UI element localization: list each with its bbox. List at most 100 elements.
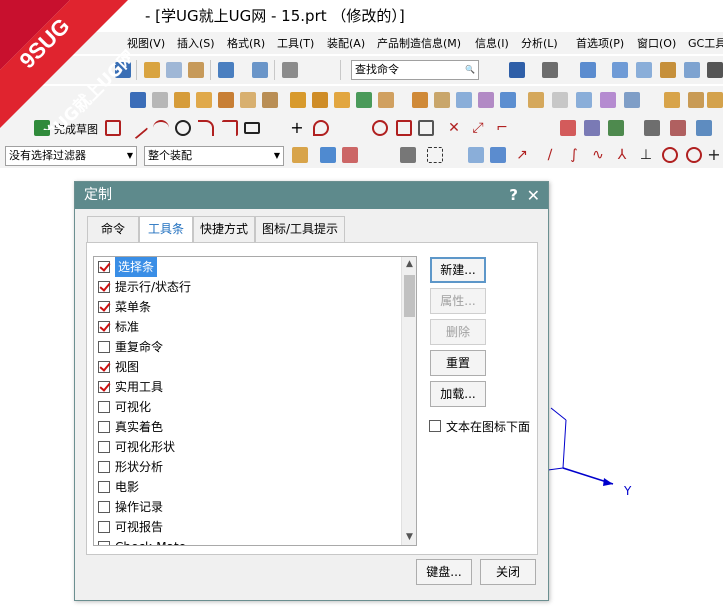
shell-icon[interactable] <box>412 92 428 108</box>
chamfer-sketch-icon[interactable] <box>222 120 238 136</box>
toolbar-checkbox[interactable] <box>98 461 110 473</box>
tab-icons-tooltips[interactable]: 图标/工具提示 <box>255 216 345 242</box>
toolbar-checkbox[interactable] <box>98 421 110 433</box>
snap-control-icon[interactable]: ∿ <box>590 147 606 163</box>
select-feature-icon[interactable] <box>400 147 416 163</box>
menu-information[interactable]: 信息(I) <box>475 35 509 51</box>
shaded-icon[interactable] <box>542 62 558 78</box>
trim-body-icon[interactable] <box>528 92 544 108</box>
selection-filter-select[interactable]: 没有选择过滤器 ▼ <box>5 146 137 166</box>
point-constructor-icon[interactable] <box>342 147 358 163</box>
unite-icon[interactable] <box>290 92 306 108</box>
make-corner-icon[interactable]: ⌐ <box>494 120 510 136</box>
geometric-constraint-icon[interactable] <box>584 120 600 136</box>
curve-rule-icon[interactable]: ↗ <box>514 147 530 163</box>
menu-pmi[interactable]: 产品制造信息(M) <box>377 35 461 51</box>
snap-existing-point-icon[interactable]: + <box>706 147 722 163</box>
select-face-icon[interactable] <box>490 147 506 163</box>
menu-window[interactable]: 窗口(O) <box>637 35 676 51</box>
cut-icon[interactable] <box>144 62 160 78</box>
more-icon[interactable] <box>707 62 723 78</box>
arc-icon[interactable] <box>153 120 169 136</box>
toolbar-checkbox[interactable] <box>98 361 110 373</box>
redo-icon[interactable] <box>252 62 268 78</box>
toolbar-checkbox[interactable] <box>98 281 110 293</box>
new-toolbar-button[interactable]: 新建... <box>430 257 486 283</box>
revolve-icon[interactable] <box>196 92 212 108</box>
snap-intersection-icon[interactable]: ⅄ <box>614 147 630 163</box>
extrude-icon[interactable] <box>174 92 190 108</box>
toolbar-list[interactable]: 选择条 提示行/状态行 菜单条 标准 重复命令 视图 实用工具 可视化 真实着色… <box>93 256 417 546</box>
render-mode-icon[interactable] <box>509 62 525 78</box>
snap-arc-center-icon[interactable] <box>662 147 678 163</box>
chamfer-icon[interactable] <box>378 92 394 108</box>
view-orient-icon[interactable] <box>580 62 596 78</box>
boss-icon[interactable] <box>240 92 256 108</box>
tab-toolbars[interactable]: 工具条 <box>139 216 193 243</box>
list-item[interactable]: 实用工具 <box>94 377 404 397</box>
patch-icon[interactable] <box>624 92 640 108</box>
toolbar-checkbox[interactable] <box>98 481 110 493</box>
fillet-icon[interactable] <box>198 120 214 136</box>
menu-view[interactable]: 视图(V) <box>127 35 165 51</box>
text-below-icon-checkbox[interactable] <box>429 420 441 432</box>
list-item[interactable]: 选择条 <box>94 257 404 277</box>
pocket-icon[interactable] <box>262 92 278 108</box>
assembly-scope-select[interactable]: 整个装配 ▼ <box>144 146 284 166</box>
list-item[interactable]: 可视化 <box>94 397 404 417</box>
close-icon[interactable]: ✕ <box>527 182 540 209</box>
list-item[interactable]: 视图 <box>94 357 404 377</box>
reset-button[interactable]: 重置 <box>430 350 486 376</box>
rectangle-icon[interactable] <box>244 122 260 134</box>
list-item[interactable]: 菜单条 <box>94 297 404 317</box>
quick-extend-icon[interactable]: ⤢ <box>470 120 486 136</box>
snap-point-icon[interactable] <box>320 147 336 163</box>
isometric-icon[interactable] <box>636 62 652 78</box>
copy-icon[interactable] <box>166 62 182 78</box>
paste-icon[interactable] <box>188 62 204 78</box>
filter-settings-icon[interactable] <box>292 147 308 163</box>
thicken-icon[interactable] <box>576 92 592 108</box>
alternate-solution-icon[interactable] <box>696 120 712 136</box>
finish-sketch-label[interactable]: 完成草图 <box>54 121 98 137</box>
toolbar-checkbox[interactable] <box>98 321 110 333</box>
snap-center-icon[interactable]: ⊥ <box>638 147 654 163</box>
quick-trim-icon[interactable]: ✕ <box>446 120 462 136</box>
line-icon[interactable] <box>125 116 149 140</box>
toolbar-checkbox[interactable] <box>98 521 110 533</box>
window-layout-icon[interactable] <box>282 62 298 78</box>
scroll-down-icon[interactable]: ▼ <box>402 530 416 545</box>
dimension-icon[interactable] <box>560 120 576 136</box>
scroll-thumb[interactable] <box>404 275 415 317</box>
trimetric-icon[interactable] <box>612 62 628 78</box>
menu-preferences[interactable]: 首选项(P) <box>576 35 624 51</box>
menu-gc-tools[interactable]: GC工具 <box>688 35 723 51</box>
toolbar-checkbox[interactable] <box>98 541 110 545</box>
circle-icon[interactable] <box>175 120 191 136</box>
list-item[interactable]: 提示行/状态行 <box>94 277 404 297</box>
toolbar-checkbox[interactable] <box>98 401 110 413</box>
list-item[interactable]: 重复命令 <box>94 337 404 357</box>
sketch-icon[interactable] <box>130 92 146 108</box>
select-body-icon[interactable] <box>468 147 484 163</box>
scroll-up-icon[interactable]: ▲ <box>402 257 416 272</box>
draft-icon[interactable] <box>434 92 450 108</box>
tab-commands[interactable]: 命令 <box>87 216 139 242</box>
list-item[interactable]: 可视报告 <box>94 517 404 537</box>
menu-tools[interactable]: 工具(T) <box>277 35 314 51</box>
toolbar-checkbox[interactable] <box>98 381 110 393</box>
move-feature-icon[interactable] <box>688 92 704 108</box>
display-constraints-icon[interactable] <box>644 120 660 136</box>
intersect-icon[interactable] <box>334 92 350 108</box>
pattern-curve-icon[interactable] <box>396 120 412 136</box>
snap-midpoint-icon[interactable]: ∫ <box>566 147 582 163</box>
toolbar-checkbox[interactable] <box>98 441 110 453</box>
point-icon[interactable]: + <box>289 120 305 136</box>
finish-sketch-icon[interactable] <box>34 120 50 136</box>
menu-format[interactable]: 格式(R) <box>227 35 265 51</box>
offset-curve-icon[interactable] <box>372 120 388 136</box>
list-item[interactable]: 可视化形状 <box>94 437 404 457</box>
find-command-input[interactable]: 查找命令 🔍 <box>351 60 479 80</box>
studio-spline-icon[interactable] <box>313 120 329 136</box>
delete-button[interactable]: 删除 <box>430 319 486 345</box>
